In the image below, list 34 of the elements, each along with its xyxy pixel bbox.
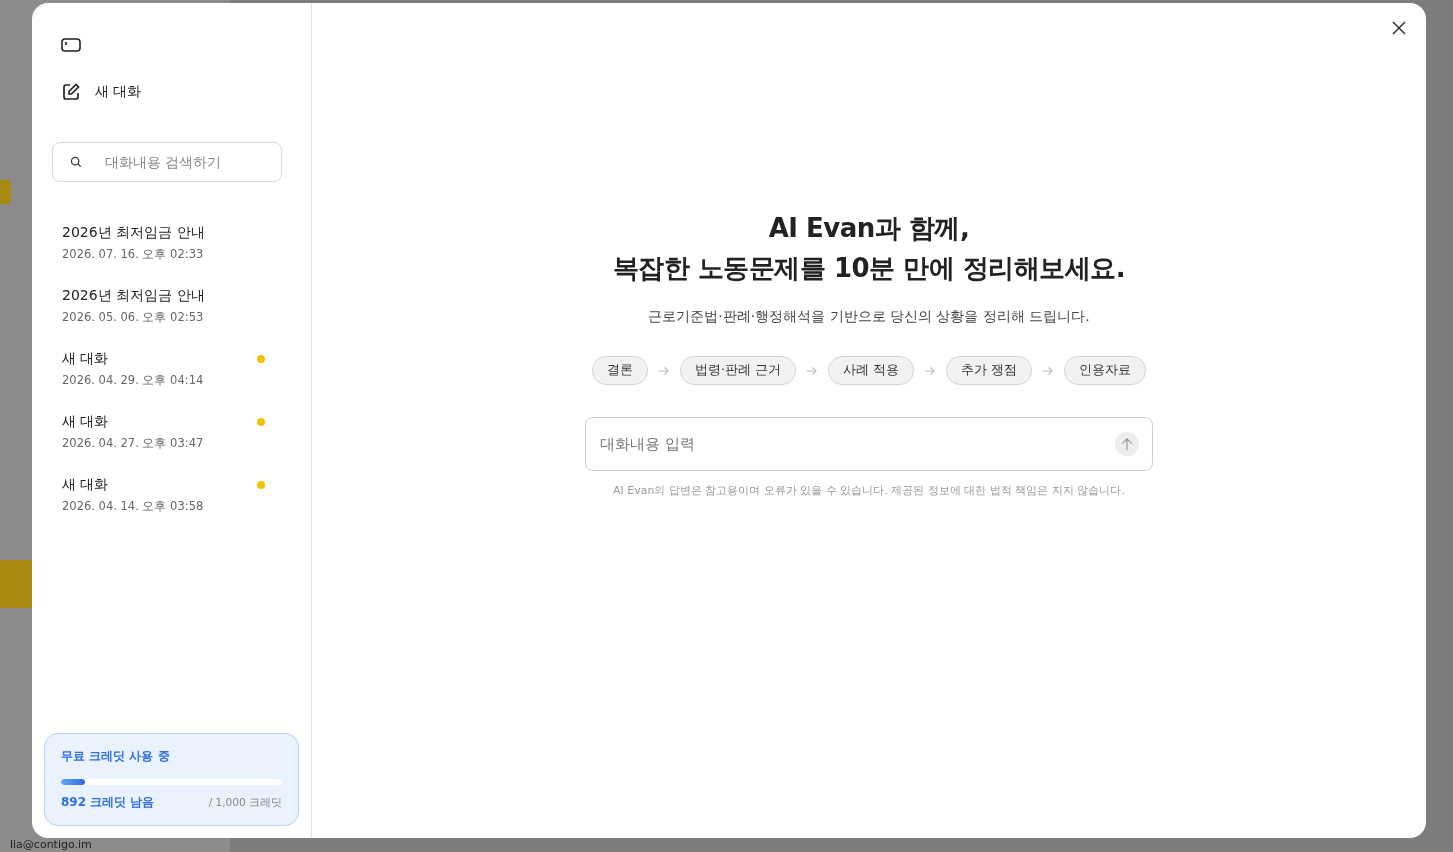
step-chip: 인용자료	[1063, 356, 1146, 385]
edit-icon	[61, 82, 81, 102]
credits-remaining: 892 크레딧 남음	[61, 794, 155, 811]
arrow-icon	[658, 365, 671, 376]
arrow-icon	[1041, 365, 1054, 376]
heading: AI Evan과 함께, 복잡한 노동문제를 10분 만에 정리해보세요.	[612, 212, 1126, 285]
search-icon	[70, 156, 82, 168]
new-chat-button[interactable]: 새 대화	[61, 82, 142, 102]
step-chip: 사례 적용	[828, 356, 914, 385]
arrow-icon	[806, 365, 818, 376]
conversation-title[interactable]: 새 대화	[62, 413, 109, 431]
arrow-icon	[923, 365, 936, 376]
conversation-title[interactable]: 새 대화	[62, 476, 109, 494]
subtitle: 근로기준법·판례·행정해석을 기반으로 당신의 상황을 정리해 드립니다.	[648, 308, 1090, 326]
conversation-title[interactable]: 2026년 최저임금 안내	[62, 287, 205, 305]
sidebar-toggle-icon[interactable]	[61, 38, 81, 52]
disclaimer: AI Evan의 답변은 참고용이며 오류가 있을 수 있습니다. 제공된 정보에 대한 법적 책임은 지지 않습니다.	[613, 483, 1125, 498]
close-button[interactable]	[1392, 21, 1406, 35]
chat-input[interactable]: 대화내용 입력	[585, 417, 1153, 471]
conversation-date: 2026. 05. 06. 오후 02:53	[62, 310, 205, 325]
credits-total: / 1,000 크레딧	[208, 796, 282, 810]
step-chip: 법령·판례 근거	[680, 356, 796, 385]
conversation-date: 2026. 07. 16. 오후 02:33	[62, 247, 205, 262]
arrow-up-icon	[1121, 437, 1133, 451]
conversation-title[interactable]: 새 대화	[62, 350, 109, 368]
step-chip: 결론	[592, 356, 649, 385]
user-email: lia@contigo.im	[10, 838, 92, 852]
conversation-date: 2026. 04. 27. 오후 03:47	[62, 436, 205, 451]
step-chip: 추가 쟁점	[945, 356, 1032, 385]
conversation-date: 2026. 04. 14. 오후 03:58	[62, 499, 205, 514]
credit-status: 무료 크레딧 사용 중	[61, 748, 171, 765]
conversation-title[interactable]: 2026년 최저임금 안내	[62, 224, 205, 242]
search-field[interactable]: 대화내용 검색하기	[52, 142, 282, 182]
conversation-date: 2026. 04. 29. 오후 04:14	[62, 373, 205, 388]
